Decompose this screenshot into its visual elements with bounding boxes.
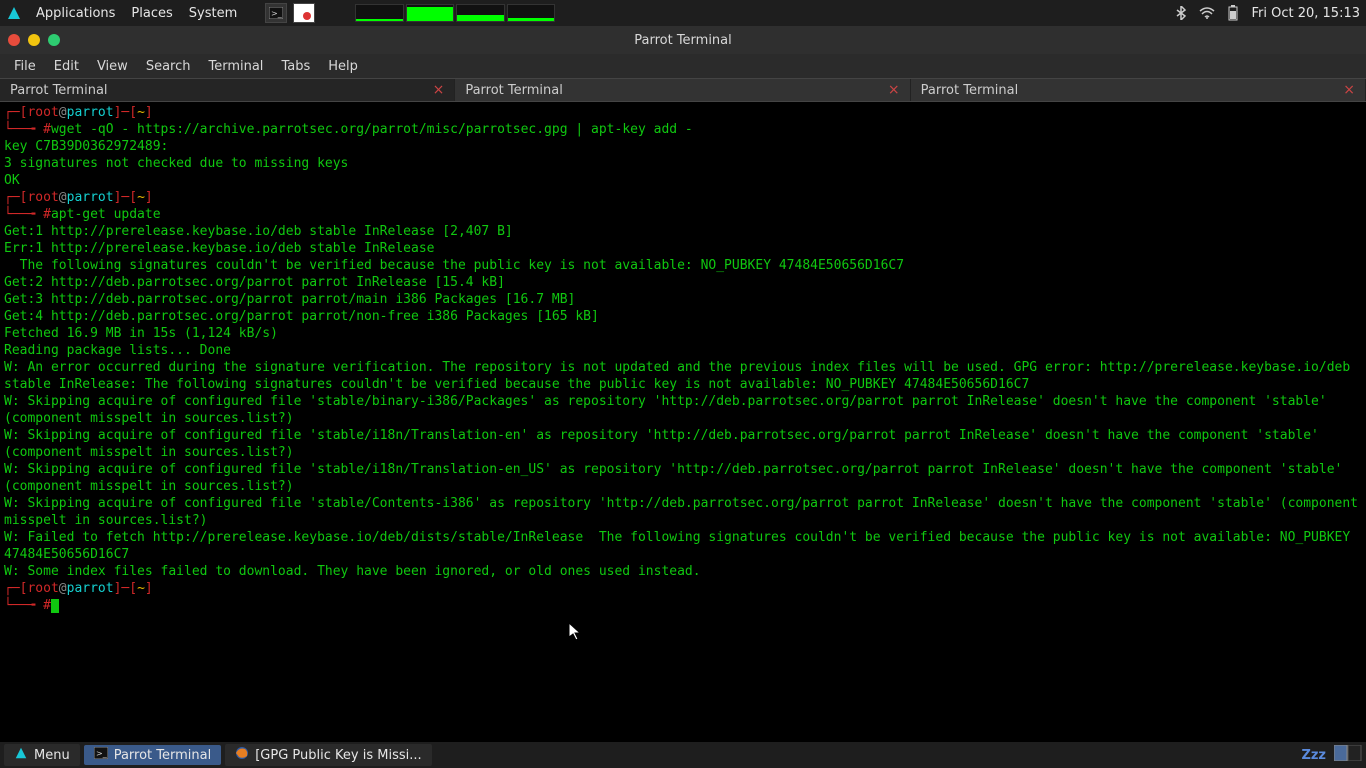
window-maximize-button[interactable] <box>48 34 60 46</box>
menu-terminal[interactable]: Terminal <box>200 57 271 76</box>
menu-button[interactable]: Menu <box>4 744 80 766</box>
tab-label: Parrot Terminal <box>465 83 563 98</box>
terminal-window: Parrot Terminal File Edit View Search Te… <box>0 26 1366 742</box>
bottom-panel: Menu >_ Parrot Terminal [GPG Public Key … <box>0 742 1366 768</box>
tab-close-icon[interactable]: × <box>1343 82 1355 98</box>
window-title: Parrot Terminal <box>634 33 732 48</box>
firefox-icon <box>235 746 249 764</box>
menu-edit[interactable]: Edit <box>46 57 87 76</box>
top-panel: Applications Places System >_ Fri Oct 20… <box>0 0 1366 26</box>
menu-places[interactable]: Places <box>123 6 180 21</box>
window-minimize-button[interactable] <box>28 34 40 46</box>
clock[interactable]: Fri Oct 20, 15:13 <box>1251 6 1360 21</box>
tab-2[interactable]: Parrot Terminal × <box>455 79 910 101</box>
tabbar: Parrot Terminal × Parrot Terminal × Parr… <box>0 78 1366 102</box>
menu-file[interactable]: File <box>6 57 44 76</box>
menu-applications[interactable]: Applications <box>28 6 123 21</box>
menu-search[interactable]: Search <box>138 57 199 76</box>
svg-text:>_: >_ <box>96 749 108 758</box>
menu-view[interactable]: View <box>89 57 136 76</box>
workspace-switcher[interactable] <box>1334 745 1362 765</box>
svg-text:>_: >_ <box>271 9 283 18</box>
tab-1[interactable]: Parrot Terminal × <box>0 79 455 101</box>
taskbar-terminal[interactable]: >_ Parrot Terminal <box>84 745 222 765</box>
menu-system[interactable]: System <box>181 6 245 21</box>
terminal-icon: >_ <box>94 747 108 763</box>
battery-icon[interactable] <box>1225 5 1241 21</box>
menu-help[interactable]: Help <box>320 57 366 76</box>
task-label: [GPG Public Key is Missi... <box>255 748 421 763</box>
launcher-terminal-icon[interactable]: >_ <box>265 3 287 23</box>
titlebar[interactable]: Parrot Terminal <box>0 26 1366 54</box>
tab-close-icon[interactable]: × <box>433 82 445 98</box>
parrot-logo-icon <box>14 746 28 764</box>
task-label: Parrot Terminal <box>114 748 212 763</box>
sleep-indicator[interactable]: Zzz <box>1301 748 1326 763</box>
window-close-button[interactable] <box>8 34 20 46</box>
terminal-cursor <box>51 599 59 613</box>
resource-monitor[interactable] <box>355 4 555 22</box>
tab-3[interactable]: Parrot Terminal × <box>911 79 1366 101</box>
tab-close-icon[interactable]: × <box>888 82 900 98</box>
tab-label: Parrot Terminal <box>10 83 108 98</box>
launcher-editor-icon[interactable] <box>293 3 315 23</box>
terminal-body[interactable]: ┌─[root@parrot]─[~] └──╼ #wget -qO - htt… <box>0 102 1366 742</box>
menu-tabs[interactable]: Tabs <box>273 57 318 76</box>
wifi-icon[interactable] <box>1199 5 1215 21</box>
menubar: File Edit View Search Terminal Tabs Help <box>0 54 1366 78</box>
taskbar-browser[interactable]: [GPG Public Key is Missi... <box>225 744 431 766</box>
bluetooth-icon[interactable] <box>1173 5 1189 21</box>
menu-label: Menu <box>34 748 70 763</box>
parrot-logo-icon[interactable] <box>6 5 22 21</box>
tab-label: Parrot Terminal <box>921 83 1019 98</box>
